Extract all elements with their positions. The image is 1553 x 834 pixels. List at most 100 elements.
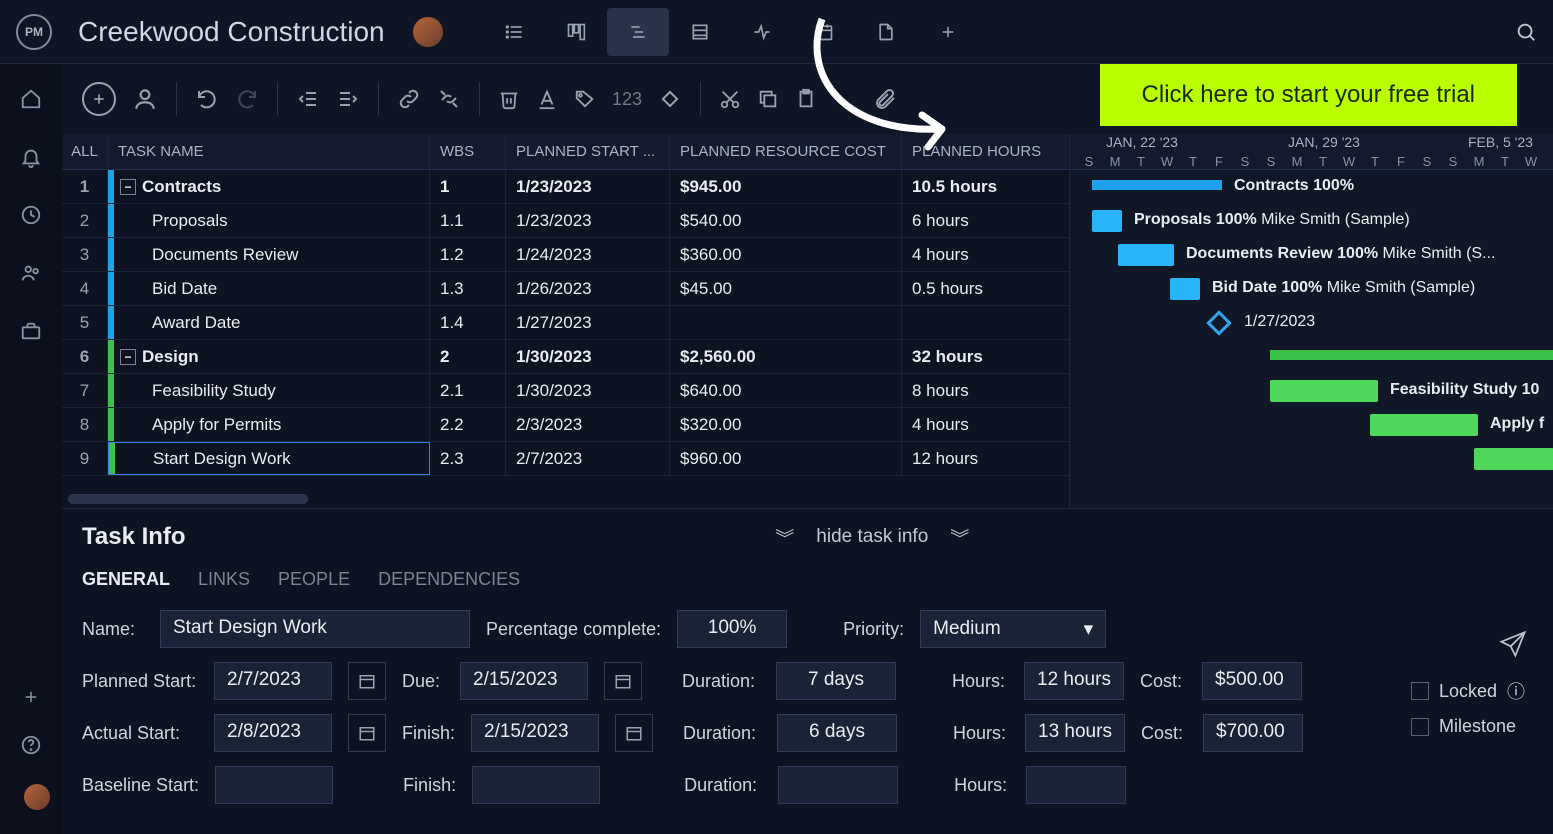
- view-gantt-icon[interactable]: [607, 8, 669, 56]
- view-calendar-icon[interactable]: [793, 8, 855, 56]
- calendar-icon[interactable]: [615, 714, 653, 752]
- gantt-bar[interactable]: [1118, 244, 1174, 266]
- gantt-bar[interactable]: [1092, 210, 1122, 232]
- briefcase-icon[interactable]: [20, 320, 42, 342]
- cell-start[interactable]: 1/24/2023: [506, 238, 670, 271]
- cell-hours[interactable]: 32 hours: [902, 340, 1066, 373]
- cell-task-name[interactable]: Documents Review: [108, 238, 430, 271]
- cell-wbs[interactable]: 2: [430, 340, 506, 373]
- delete-icon[interactable]: [498, 88, 520, 110]
- calendar-icon[interactable]: [604, 662, 642, 700]
- add-view-icon[interactable]: [917, 8, 979, 56]
- tab-dependencies[interactable]: DEPENDENCIES: [378, 569, 520, 590]
- gantt-milestone[interactable]: [1206, 310, 1231, 335]
- cell-wbs[interactable]: 2.3: [430, 442, 506, 475]
- cell-hours[interactable]: 10.5 hours: [902, 170, 1066, 203]
- input-finish[interactable]: [472, 766, 600, 804]
- col-header-name[interactable]: TASK NAME: [108, 134, 430, 169]
- input-duration[interactable]: 6 days: [777, 714, 897, 752]
- user-avatar[interactable]: [24, 784, 50, 810]
- cell-start[interactable]: 1/30/2023: [506, 340, 670, 373]
- table-row[interactable]: 5Award Date1.41/27/2023: [62, 306, 1069, 340]
- undo-icon[interactable]: [195, 87, 219, 111]
- input-hours[interactable]: 13 hours: [1025, 714, 1125, 752]
- cell-wbs[interactable]: 2.1: [430, 374, 506, 407]
- cell-task-name[interactable]: Bid Date: [108, 272, 430, 305]
- table-row[interactable]: 7Feasibility Study2.11/30/2023$640.008 h…: [62, 374, 1069, 408]
- cell-cost[interactable]: $945.00: [670, 170, 902, 203]
- cell-wbs[interactable]: 1.2: [430, 238, 506, 271]
- input-duration[interactable]: 7 days: [776, 662, 896, 700]
- input-actual-start[interactable]: 2/8/2023: [214, 714, 332, 752]
- col-header-wbs[interactable]: WBS: [430, 134, 506, 169]
- input-hours[interactable]: 12 hours: [1024, 662, 1124, 700]
- cell-start[interactable]: 1/23/2023: [506, 204, 670, 237]
- tab-general[interactable]: GENERAL: [82, 569, 170, 590]
- expand-panel-icon[interactable]: ︾: [950, 524, 969, 551]
- cut-icon[interactable]: [719, 88, 741, 110]
- cell-cost[interactable]: $960.00: [670, 442, 902, 475]
- send-icon[interactable]: [1499, 630, 1527, 658]
- cell-wbs[interactable]: 1.4: [430, 306, 506, 339]
- gantt-bar[interactable]: [1092, 180, 1222, 190]
- cell-hours[interactable]: 4 hours: [902, 408, 1066, 441]
- col-header-hours[interactable]: PLANNED HOURS: [902, 134, 1066, 169]
- col-header-all[interactable]: ALL: [62, 134, 108, 169]
- link-icon[interactable]: [397, 87, 421, 111]
- collapse-icon[interactable]: −: [120, 349, 136, 365]
- cell-cost[interactable]: $2,560.00: [670, 340, 902, 373]
- gantt-bar[interactable]: [1170, 278, 1200, 300]
- cell-start[interactable]: 1/26/2023: [506, 272, 670, 305]
- table-row[interactable]: 2Proposals1.11/23/2023$540.006 hours: [62, 204, 1069, 238]
- cta-banner[interactable]: Click here to start your free trial: [1100, 64, 1517, 126]
- indent-icon[interactable]: [336, 87, 360, 111]
- add-icon[interactable]: [22, 688, 40, 706]
- cell-cost[interactable]: $45.00: [670, 272, 902, 305]
- table-row[interactable]: 1−Contracts11/23/2023$945.0010.5 hours: [62, 170, 1069, 204]
- collapse-icon[interactable]: −: [120, 179, 136, 195]
- calendar-icon[interactable]: [348, 714, 386, 752]
- view-board-icon[interactable]: [545, 8, 607, 56]
- cell-cost[interactable]: $320.00: [670, 408, 902, 441]
- outdent-icon[interactable]: [296, 87, 320, 111]
- cell-wbs[interactable]: 2.2: [430, 408, 506, 441]
- calendar-icon[interactable]: [348, 662, 386, 700]
- cell-start[interactable]: 1/23/2023: [506, 170, 670, 203]
- view-activity-icon[interactable]: [731, 8, 793, 56]
- gantt-bar[interactable]: [1370, 414, 1478, 436]
- unlink-icon[interactable]: [437, 87, 461, 111]
- input-due[interactable]: 2/15/2023: [460, 662, 588, 700]
- notifications-icon[interactable]: [20, 146, 42, 168]
- cell-wbs[interactable]: 1: [430, 170, 506, 203]
- tab-links[interactable]: LINKS: [198, 569, 250, 590]
- grid-scrollbar[interactable]: [62, 490, 1069, 508]
- text-format-icon[interactable]: [536, 88, 558, 110]
- cell-task-name[interactable]: Proposals: [108, 204, 430, 237]
- add-task-button[interactable]: [82, 82, 116, 116]
- input-finish[interactable]: 2/15/2023: [471, 714, 599, 752]
- cell-hours[interactable]: 4 hours: [902, 238, 1066, 271]
- table-row[interactable]: 4Bid Date1.31/26/2023$45.000.5 hours: [62, 272, 1069, 306]
- milestone-checkbox[interactable]: Milestone: [1411, 716, 1525, 737]
- cell-wbs[interactable]: 1.3: [430, 272, 506, 305]
- col-header-cost[interactable]: PLANNED RESOURCE COST: [670, 134, 902, 169]
- project-avatar[interactable]: [413, 17, 443, 47]
- table-row[interactable]: 9Start Design Work2.32/7/2023$960.0012 h…: [62, 442, 1069, 476]
- input-name[interactable]: Start Design Work: [160, 610, 470, 648]
- cell-start[interactable]: 2/3/2023: [506, 408, 670, 441]
- app-logo[interactable]: PM: [16, 14, 52, 50]
- cell-cost[interactable]: $540.00: [670, 204, 902, 237]
- gantt-bar[interactable]: [1474, 448, 1553, 470]
- select-priority[interactable]: Medium▾: [920, 610, 1106, 648]
- cell-hours[interactable]: 8 hours: [902, 374, 1066, 407]
- input-cost[interactable]: $700.00: [1203, 714, 1303, 752]
- cell-cost[interactable]: $360.00: [670, 238, 902, 271]
- gantt-bar[interactable]: [1270, 350, 1553, 360]
- info-icon[interactable]: ⓘ: [1507, 678, 1525, 704]
- cell-task-name[interactable]: Award Date: [108, 306, 430, 339]
- input-planned-start[interactable]: 2/7/2023: [214, 662, 332, 700]
- cell-task-name[interactable]: Apply for Permits: [108, 408, 430, 441]
- redo-icon[interactable]: [235, 87, 259, 111]
- table-row[interactable]: 8Apply for Permits2.22/3/2023$320.004 ho…: [62, 408, 1069, 442]
- cell-hours[interactable]: [902, 306, 1066, 339]
